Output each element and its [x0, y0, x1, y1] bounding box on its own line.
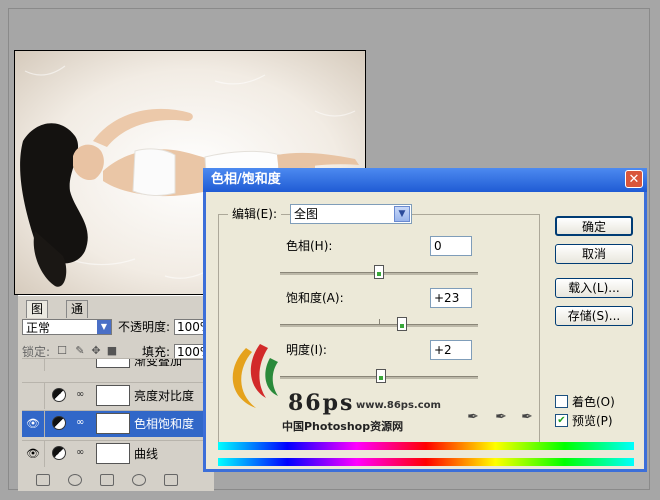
- blend-mode-select[interactable]: 正常 ▼: [22, 319, 112, 335]
- edit-select-value: 全图: [294, 207, 319, 221]
- color-spectrum-bar-top: [218, 442, 634, 450]
- new-adjustment-icon[interactable]: [132, 474, 146, 486]
- layer-row[interactable]: 👁 ∞ 曲线: [22, 440, 212, 467]
- link-icon: ∞: [76, 359, 84, 362]
- edit-select[interactable]: 全图 ▼: [290, 204, 412, 224]
- layer-name: 色相饱和度: [134, 417, 195, 431]
- hue-slider[interactable]: [280, 265, 478, 279]
- hue-input[interactable]: 0: [430, 236, 472, 256]
- screenshot: 图层 通道 正常 ▼ 不透明度: 100% 锁定: ☐ ✎ ✥ ■ 填充: 10…: [0, 0, 660, 500]
- watermark-logo: 86ps www.86ps.com 中国Photoshop资源网: [216, 338, 441, 433]
- logo-swoosh-icon: [232, 344, 278, 408]
- eye-icon[interactable]: 👁: [22, 441, 45, 467]
- layer-mask-thumbnail[interactable]: [96, 385, 130, 406]
- save-button[interactable]: 存储(S)...: [555, 306, 633, 326]
- adjustment-layer-icon: [52, 416, 66, 430]
- edit-label: 编辑(E):: [228, 206, 281, 222]
- visibility-toggle[interactable]: [22, 359, 45, 371]
- link-icon: ∞: [76, 417, 85, 428]
- dialog-title: 色相/饱和度: [211, 172, 281, 187]
- color-spectrum-bar-bottom: [218, 458, 634, 466]
- saturation-label: 饱和度(A):: [286, 291, 344, 305]
- lock-transparency-icon[interactable]: ☐: [56, 345, 68, 357]
- layer-mask-thumbnail[interactable]: [96, 359, 130, 368]
- slider-center-tick: [379, 319, 380, 324]
- lock-all-icon[interactable]: ■: [106, 345, 118, 357]
- cancel-button[interactable]: 取消: [555, 244, 633, 264]
- colorize-label: 着色(O): [572, 395, 615, 409]
- eyedropper-minus-icon[interactable]: ✒: [518, 408, 536, 426]
- hue-label: 色相(H):: [286, 239, 333, 253]
- adjustment-layer-icon: [52, 388, 66, 402]
- layer-name: 曲线: [134, 447, 159, 461]
- watermark-url: www.86ps.com: [356, 400, 441, 411]
- hue-slider-thumb[interactable]: [374, 265, 384, 279]
- saturation-slider-thumb[interactable]: [397, 317, 407, 331]
- lock-brush-icon[interactable]: ✎: [74, 345, 86, 357]
- hue-saturation-dialog: 色相/饱和度 ✕ 编辑(E): 全图 ▼ 色相(H): 0 饱和度(A): +2…: [203, 168, 647, 472]
- link-layers-icon[interactable]: [36, 474, 50, 486]
- ok-button[interactable]: 确定: [555, 216, 633, 236]
- eye-icon[interactable]: 👁: [22, 411, 45, 437]
- layer-name: 亮度对比度: [134, 389, 195, 403]
- layer-mask-thumbnail[interactable]: [96, 413, 130, 434]
- blend-mode-value: 正常: [26, 321, 51, 335]
- close-button[interactable]: ✕: [625, 170, 643, 188]
- lock-move-icon[interactable]: ✥: [90, 345, 102, 357]
- new-group-icon[interactable]: [164, 474, 178, 486]
- dialog-titlebar[interactable]: 色相/饱和度 ✕: [203, 168, 647, 192]
- load-button[interactable]: 载入(L)...: [555, 278, 633, 298]
- watermark-number: 86ps: [288, 390, 355, 416]
- blend-opacity-row: 正常 ▼ 不透明度: 100%: [22, 319, 214, 337]
- preview-checkbox[interactable]: ✔: [555, 414, 568, 427]
- saturation-input[interactable]: +23: [430, 288, 472, 308]
- tab-layers[interactable]: 图层: [26, 300, 49, 333]
- lightness-input[interactable]: +2: [430, 340, 472, 360]
- layer-row[interactable]: 👁 ∞ 色相饱和度: [22, 410, 212, 437]
- link-icon: ∞: [76, 447, 85, 458]
- tab-channels[interactable]: 通道: [66, 300, 89, 333]
- chevron-down-icon[interactable]: ▼: [394, 206, 410, 222]
- saturation-slider[interactable]: [280, 317, 478, 331]
- visibility-toggle[interactable]: [22, 383, 45, 409]
- adjustment-layer-icon: [52, 446, 66, 460]
- preview-label: 预览(P): [572, 414, 613, 428]
- layers-panel: 图层 通道 正常 ▼ 不透明度: 100% 锁定: ☐ ✎ ✥ ■ 填充: 10…: [18, 295, 214, 491]
- colorize-checkbox[interactable]: [555, 395, 568, 408]
- watermark-caption: 中国Photoshop资源网: [282, 420, 404, 433]
- opacity-label: 不透明度:: [118, 320, 171, 334]
- eyedropper-icon[interactable]: ✒: [464, 408, 482, 426]
- layer-style-icon[interactable]: [68, 474, 82, 486]
- layer-row[interactable]: ∞ 亮度对比度: [22, 382, 212, 409]
- layer-mask-thumbnail[interactable]: [96, 443, 130, 464]
- layers-footer: [22, 474, 210, 488]
- layer-row[interactable]: ∞ 渐变叠加: [22, 358, 212, 371]
- link-icon: ∞: [76, 389, 85, 400]
- eyedropper-plus-icon[interactable]: ✒: [492, 408, 510, 426]
- add-mask-icon[interactable]: [100, 474, 114, 486]
- chevron-down-icon[interactable]: ▼: [97, 320, 111, 334]
- layer-name: 渐变叠加: [134, 358, 183, 368]
